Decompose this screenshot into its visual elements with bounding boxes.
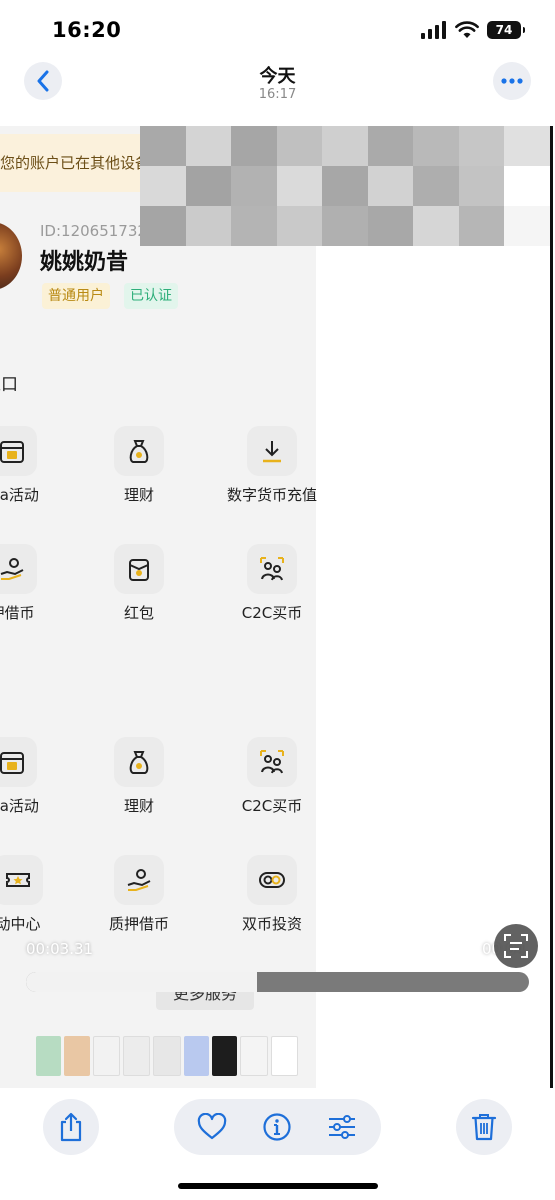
grid-item-dual-investment: 双币投资 [212,855,332,934]
current-time-label: 00:03.31 [26,940,94,958]
scrubber-progress [26,972,258,992]
grid-item-activity-center: 动中心 [0,855,78,934]
thumbnail-strip[interactable] [36,1036,298,1076]
hand-coin-icon [114,855,164,905]
thumbnail[interactable] [183,1036,209,1076]
thumbnail[interactable] [122,1036,151,1076]
share-button[interactable] [43,1099,99,1155]
grid-item-label: 理财 [123,797,154,815]
video-scrubber[interactable] [26,972,529,992]
live-text-button[interactable] [494,924,538,968]
status-icons: 74 [421,21,525,39]
delete-button[interactable] [456,1099,512,1155]
photo-viewer: 16:20 74 今天 16:17 您的账户已在其他设备 ID:12065173… [0,0,555,1200]
divider [550,126,553,1088]
home-indicator [178,1183,378,1189]
hand-coin-icon [0,544,37,594]
heart-icon [197,1113,227,1140]
thumbnail[interactable] [211,1036,238,1076]
battery-indicator: 74 [487,21,525,39]
dual-coin-icon [247,855,297,905]
info-icon [263,1113,291,1141]
calendar-icon [0,737,37,787]
grid-item-finance: 理财 [79,737,199,816]
live-text-icon [504,934,528,958]
more-dots-icon [501,78,523,84]
tag-verified: 已认证 [124,283,178,309]
cellular-signal-icon [421,21,446,39]
status-bar: 16:20 74 [0,0,555,60]
nav-subtitle: 16:17 [258,87,297,102]
action-group [174,1099,381,1155]
grid-item-crypto-deposit: 数字货币充值 [212,426,332,505]
grid-item-label: 红包 [123,604,154,622]
pixelated-redaction [140,126,550,246]
tag-normal-user: 普通用户 [42,283,110,309]
calendar-icon [0,426,37,476]
grid-item-label: 数字货币充值 [226,486,317,504]
grid-item-label: 质押借币 [108,915,169,933]
grid-item-pledge-loan: 押借币 [0,544,72,623]
grid-item-label: 押借币 [0,604,35,622]
grid-item-c2c-buy: C2C买币 [212,544,332,623]
money-bag-icon [114,426,164,476]
info-button[interactable] [259,1109,295,1145]
nav-bar: 今天 16:17 [0,58,555,114]
grid-item-finance: 理财 [79,426,199,505]
ticket-icon [0,855,43,905]
grid-item-label: ma活动 [0,797,39,815]
thumbnail[interactable] [240,1036,268,1076]
trash-icon [471,1114,497,1141]
nav-title: 今天 [259,66,296,87]
grid-item-c2c-buy: C2C买币 [212,737,332,816]
thumbnail[interactable] [270,1036,298,1076]
grid-item-red-packet: 红包 [79,544,199,623]
grid-item-label: C2C买币 [241,797,303,815]
grid-item-label: C2C买币 [241,604,303,622]
thumbnail[interactable] [64,1036,90,1076]
adjust-button[interactable] [324,1109,360,1145]
grid-item-label: 动中心 [0,915,41,933]
thumbnail[interactable] [92,1036,120,1076]
status-time: 16:20 [52,18,122,42]
grid-item-label: ma活动 [0,486,39,504]
grid-item-pledge-loan: 质押借币 [79,855,199,934]
favorite-button[interactable] [194,1109,230,1145]
download-icon [247,426,297,476]
red-packet-icon [114,544,164,594]
thumbnail[interactable] [36,1036,62,1076]
battery-level: 74 [495,23,513,37]
section-label: 入口 [0,375,18,395]
avatar [0,222,22,290]
grid-item-activity: ma活动 [0,737,72,816]
grid-item-activity: ma活动 [0,426,72,505]
money-bag-icon [114,737,164,787]
thumbnail[interactable] [153,1036,181,1076]
share-icon [60,1112,82,1142]
users-icon [247,544,297,594]
user-id: ID:120651732 [40,222,147,240]
users-icon [247,737,297,787]
sliders-icon [329,1115,355,1139]
grid-item-label: 理财 [123,486,154,504]
more-button[interactable] [493,62,531,100]
wifi-icon [455,21,479,38]
user-name: 姚姚奶昔 [40,250,129,275]
grid-item-label: 双币投资 [241,915,302,933]
